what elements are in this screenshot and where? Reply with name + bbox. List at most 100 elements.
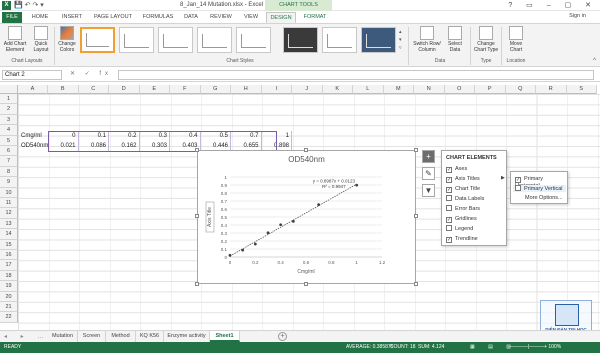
row-header-22[interactable]: 22 xyxy=(0,312,18,323)
chart-style-1[interactable] xyxy=(80,27,115,53)
sheet-tab-kq-k56[interactable]: KQ K56 xyxy=(136,331,164,342)
tab-format[interactable]: FORMAT xyxy=(300,12,330,23)
chart-element-data-labels[interactable]: Data Labels xyxy=(446,195,484,204)
chart-element-error-bars[interactable]: Error Bars xyxy=(446,205,480,214)
chart-style-8[interactable] xyxy=(361,27,396,53)
quick-access-toolbar[interactable]: 💾 ↶ ↷ ▾ xyxy=(14,1,44,9)
row-header-19[interactable]: 19 xyxy=(0,281,18,292)
new-sheet-button[interactable]: + xyxy=(278,332,287,341)
column-header-l[interactable]: L xyxy=(353,85,384,94)
column-header-d[interactable]: D xyxy=(109,85,140,94)
sheet-tab-enzyme-activity[interactable]: Enzyme activity xyxy=(164,331,210,342)
column-header-k[interactable]: K xyxy=(322,85,353,94)
error-bars-checkbox[interactable] xyxy=(446,205,452,211)
column-header-j[interactable]: J xyxy=(292,85,323,94)
row-header-3[interactable]: 3 xyxy=(0,114,18,126)
row-header-12[interactable]: 12 xyxy=(0,208,18,219)
row-header-1[interactable]: 1 xyxy=(0,94,18,105)
column-header-b[interactable]: B xyxy=(48,85,79,94)
chart-styles-scroll[interactable]: ▴ ▾ ▿ xyxy=(399,28,402,52)
more-options-link[interactable]: More Options... xyxy=(525,195,563,201)
change-colors-button[interactable]: Change Colors xyxy=(56,26,78,53)
tab-page-layout[interactable]: PAGE LAYOUT xyxy=(90,12,136,23)
select-all-corner[interactable] xyxy=(0,85,18,94)
tab-design[interactable]: DESIGN xyxy=(266,12,296,23)
chart-element-trendline[interactable]: ✓ Trendline xyxy=(446,235,478,244)
legend-checkbox[interactable] xyxy=(446,225,452,231)
formula-input[interactable] xyxy=(118,70,594,80)
column-header-g[interactable]: G xyxy=(200,85,231,94)
column-header-m[interactable]: M xyxy=(383,85,414,94)
primary-vertical-checkbox[interactable] xyxy=(515,185,521,191)
sheet-tab-mutation[interactable]: Mutation xyxy=(48,331,78,342)
column-header-h[interactable]: H xyxy=(231,85,262,94)
chart-title-checkbox[interactable]: ✓ xyxy=(446,187,452,193)
trendline-checkbox[interactable]: ✓ xyxy=(446,237,452,243)
data-labels-checkbox[interactable] xyxy=(446,195,452,201)
sign-in-link[interactable]: Sign in xyxy=(569,13,586,19)
tab-formulas[interactable]: FORMULAS xyxy=(140,12,176,23)
column-header-p[interactable]: P xyxy=(475,85,506,94)
zoom-slider[interactable]: –———|———+ 100% xyxy=(510,344,561,350)
scatter-chart[interactable]: OD540nm 0 0.1 0.2 0.3 0.4 0.5 0.6 0.7 0.8 0.9 1 0 0.… xyxy=(195,148,418,286)
row-header-18[interactable]: 18 xyxy=(0,270,18,282)
column-header-f[interactable]: F xyxy=(170,85,201,94)
column-header-r[interactable]: R xyxy=(536,85,567,94)
chart-element-gridlines[interactable]: ✓ Gridlines xyxy=(446,215,477,224)
column-header-s[interactable]: S xyxy=(566,85,597,94)
formula-buttons[interactable]: ✕ ✓ fx xyxy=(70,70,112,77)
window-controls[interactable]: ? ▭ – ▢ ✕ xyxy=(508,1,597,9)
column-header-o[interactable]: O xyxy=(444,85,475,94)
column-header-n[interactable]: N xyxy=(414,85,445,94)
row-header-15[interactable]: 15 xyxy=(0,239,18,250)
chart-element-legend[interactable]: Legend xyxy=(446,225,473,234)
name-box[interactable]: Chart 2 xyxy=(2,70,62,80)
row-header-9[interactable]: 9 xyxy=(0,177,18,188)
row-header-4[interactable]: 4 xyxy=(0,125,18,136)
row-header-16[interactable]: 16 xyxy=(0,250,18,261)
row-header-7[interactable]: 7 xyxy=(0,156,18,167)
quick-layout-button[interactable]: Quick Layout xyxy=(30,26,52,53)
chart-element-axis-titles[interactable]: ✓ Axis Titles xyxy=(446,175,480,184)
row-header-2[interactable]: 2 xyxy=(0,104,18,115)
column-header-e[interactable]: E xyxy=(139,85,170,94)
add-chart-element-button[interactable]: Add Chart Element xyxy=(2,26,28,53)
axes-checkbox[interactable]: ✓ xyxy=(446,167,452,173)
row-header-21[interactable]: 21 xyxy=(0,302,18,313)
tab-data[interactable]: DATA xyxy=(180,12,202,23)
column-header-q[interactable]: Q xyxy=(505,85,536,94)
chart-style-3[interactable] xyxy=(158,27,193,53)
collapse-ribbon-icon[interactable]: ^ xyxy=(593,58,596,64)
sheet-nav-arrows[interactable]: ◂ ▸ … xyxy=(4,333,49,340)
row-header-11[interactable]: 11 xyxy=(0,198,18,209)
chart-element-axes[interactable]: ✓ Axes xyxy=(446,165,467,174)
chart-style-5[interactable] xyxy=(236,27,271,53)
tab-insert[interactable]: INSERT xyxy=(58,12,86,23)
chart-filters-icon[interactable]: ▼ xyxy=(422,184,435,197)
row-header-10[interactable]: 10 xyxy=(0,187,18,198)
sheet-tab-screen[interactable]: Screen xyxy=(78,331,106,342)
axis-titles-arrow-icon[interactable]: ▶ xyxy=(501,175,505,181)
change-chart-type-button[interactable]: Change Chart Type xyxy=(473,26,499,53)
row-header-5[interactable]: 5 xyxy=(0,135,18,146)
row-header-17[interactable]: 17 xyxy=(0,260,18,271)
sheet-tab-sheet1[interactable]: Sheet1 xyxy=(210,331,240,342)
chart-style-7[interactable] xyxy=(322,27,357,53)
tab-view[interactable]: VIEW xyxy=(240,12,262,23)
switch-row-column-button[interactable]: Switch Row/ Column xyxy=(412,26,442,53)
chart-style-4[interactable] xyxy=(197,27,232,53)
chart-style-2[interactable] xyxy=(119,27,154,53)
select-data-button[interactable]: Select Data xyxy=(444,26,466,53)
move-chart-button[interactable]: Move Chart xyxy=(504,26,528,53)
tab-home[interactable]: HOME xyxy=(28,12,52,23)
chart-element-chart-title[interactable]: ✓ Chart Title xyxy=(446,185,480,194)
tab-file[interactable]: FILE xyxy=(2,12,22,23)
sheet-tab-method[interactable]: Method xyxy=(106,331,136,342)
row-header-6[interactable]: 6 xyxy=(0,146,18,157)
primary-vertical-option[interactable]: Primary Vertical xyxy=(513,185,566,192)
chart-style-6[interactable] xyxy=(283,27,318,53)
row-header-20[interactable]: 20 xyxy=(0,291,18,302)
row-header-14[interactable]: 14 xyxy=(0,229,18,240)
column-header-a[interactable]: A xyxy=(18,85,48,94)
column-header-i[interactable]: I xyxy=(261,85,292,94)
